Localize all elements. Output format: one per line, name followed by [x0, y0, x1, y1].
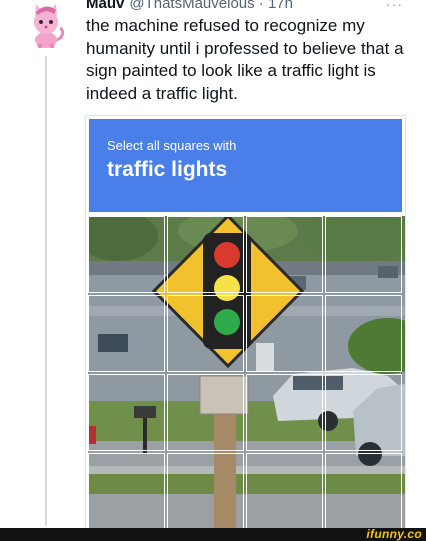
author-name[interactable]: Mauv — [86, 0, 124, 12]
thread-line — [45, 56, 47, 526]
captcha-tile[interactable] — [246, 216, 323, 293]
captcha-tile[interactable] — [325, 453, 402, 530]
captcha-tile[interactable] — [88, 216, 165, 293]
captcha-instruction: Select all squares with — [107, 138, 237, 153]
avatar-cat-icon — [34, 4, 65, 49]
watermark-bar: ifunny.co — [0, 527, 426, 541]
captcha-header: Select all squares with traffic lights — [89, 119, 402, 212]
captcha-grid — [88, 216, 405, 530]
captcha-tile[interactable] — [325, 374, 402, 451]
captcha-tile[interactable] — [167, 374, 244, 451]
captcha-tile[interactable] — [246, 374, 323, 451]
captcha-tile[interactable] — [246, 295, 323, 372]
ifunny-watermark: ifunny.co — [366, 527, 422, 541]
captcha-tile[interactable] — [167, 216, 244, 293]
captcha-tile[interactable] — [246, 453, 323, 530]
author-handle-time[interactable]: @ThatsMauvelous · 17h — [129, 0, 293, 12]
author-avatar[interactable] — [26, 0, 66, 49]
captcha-tile[interactable] — [167, 295, 244, 372]
captcha-tile[interactable] — [88, 295, 165, 372]
captcha-tile[interactable] — [88, 453, 165, 530]
captcha-tile[interactable] — [88, 374, 165, 451]
tweet-text: the machine refused to recognize my huma… — [86, 16, 404, 103]
captcha-card: Select all squares with traffic lights — [86, 116, 405, 530]
tweet-header: Mauv @ThatsMauvelous · 17h — [86, 0, 293, 13]
captcha-tile[interactable] — [325, 295, 402, 372]
captcha-target: traffic lights — [107, 158, 228, 181]
more-options-icon[interactable]: ··· — [386, 0, 403, 12]
captcha-tile[interactable] — [325, 216, 402, 293]
captcha-tile[interactable] — [167, 453, 244, 530]
